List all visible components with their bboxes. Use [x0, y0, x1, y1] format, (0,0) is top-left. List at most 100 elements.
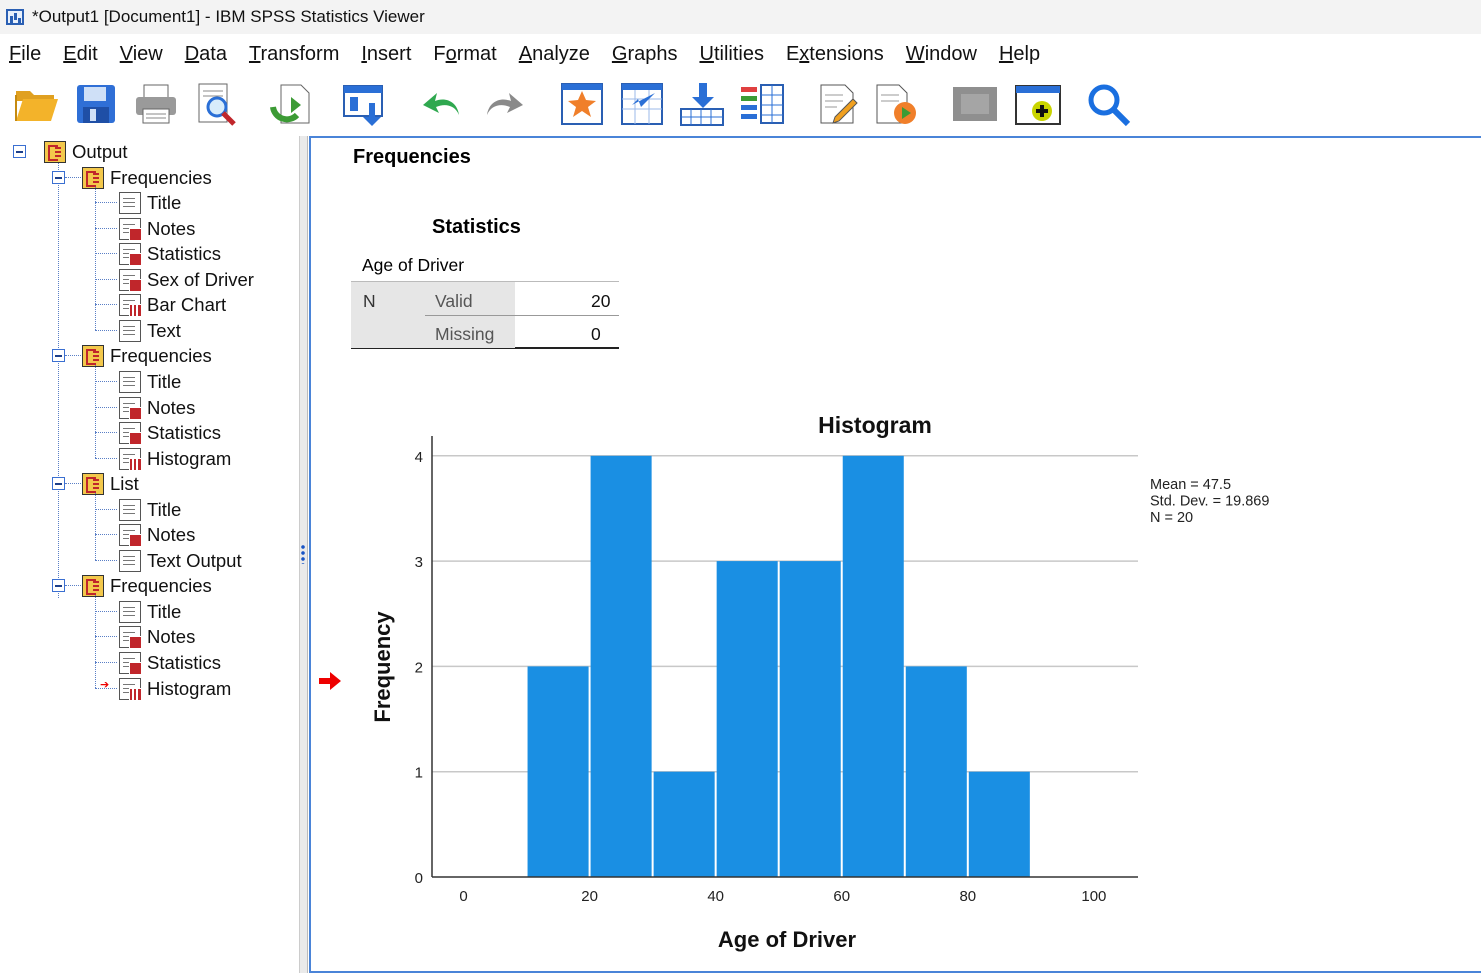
histogram-bar[interactable] — [590, 455, 652, 877]
histogram-chart[interactable]: 012340 20 40 60 80 100HistogramAge of DriverF… — [330, 400, 1310, 960]
outline-item-notes[interactable]: Notes — [119, 624, 195, 649]
statistics-table[interactable]: N Valid 20 Missing 0 — [351, 281, 619, 349]
menu-file[interactable]: File — [0, 43, 54, 66]
text-icon — [119, 498, 141, 521]
designate-window-icon[interactable] — [951, 80, 999, 128]
text-icon — [119, 319, 141, 342]
outline-item-frequencies[interactable]: Frequencies — [82, 165, 212, 190]
outline-item-text[interactable]: Text — [119, 318, 181, 343]
outline-item-statistics[interactable]: Statistics — [119, 420, 221, 445]
spss-viewer-icon — [6, 8, 26, 26]
undo-icon[interactable] — [418, 80, 466, 128]
outline-item-frequencies[interactable]: Frequencies — [82, 573, 212, 598]
outline-item-title[interactable]: Title — [119, 190, 181, 215]
outline-item-histogram[interactable]: Histogram — [119, 446, 231, 471]
tree-connector — [95, 636, 117, 637]
histogram-bar[interactable] — [716, 561, 778, 877]
collapse-toggle-output[interactable] — [13, 145, 26, 158]
outline-item-label: Statistics — [147, 651, 222, 673]
outline-item-label: Text Output — [147, 549, 242, 571]
outline-pane[interactable]: Output Frequencies Title Notes Statistics Sex… — [0, 136, 300, 973]
outline-item-label: Histogram — [147, 447, 232, 469]
outline-item-label: Sex of Driver — [147, 268, 254, 290]
x-tick-label: 80 — [959, 888, 976, 905]
outline-item-title[interactable]: Title — [119, 599, 181, 624]
goto-case-icon[interactable] — [618, 80, 666, 128]
outline-item-label: Notes — [147, 625, 196, 647]
menu-help[interactable]: Help — [990, 43, 1053, 66]
collapse-toggle-list[interactable] — [52, 477, 65, 490]
export-icon[interactable] — [268, 80, 316, 128]
tree-connector — [95, 407, 117, 408]
menu-data[interactable]: Data — [176, 43, 240, 66]
collapse-toggle-frequencies[interactable] — [52, 579, 65, 592]
outline-item-label: Frequencies — [110, 574, 212, 596]
outline-item-list[interactable]: List — [82, 471, 139, 496]
menu-extensions[interactable]: Extensions — [777, 43, 897, 66]
menu-utilities[interactable]: Utilities — [690, 43, 776, 66]
tree-connector — [95, 560, 117, 561]
tree-connector — [95, 432, 117, 433]
tree-connector — [95, 253, 117, 254]
menu-format[interactable]: Format — [424, 43, 509, 66]
add-output-icon[interactable] — [1014, 80, 1062, 128]
collapse-toggle-frequencies[interactable] — [52, 349, 65, 362]
variables-icon[interactable] — [738, 80, 786, 128]
outline-item-notes[interactable]: Notes — [119, 395, 195, 420]
x-axis-label: Age of Driver — [718, 927, 857, 952]
print-preview-icon[interactable] — [192, 80, 240, 128]
open-folder-icon[interactable] — [12, 80, 60, 128]
outline-item-sex-of-driver[interactable]: Sex of Driver — [119, 267, 254, 292]
goto-data-icon[interactable] — [558, 80, 606, 128]
tree-connector — [95, 187, 96, 330]
outline-item-label: Title — [147, 498, 182, 520]
search-icon[interactable] — [1084, 80, 1132, 128]
run-script-icon[interactable] — [872, 80, 920, 128]
selected-arrow-icon: ➔ — [100, 679, 110, 691]
table-icon — [119, 651, 142, 675]
outline-item-label: Frequencies — [110, 344, 212, 366]
outline-root[interactable]: Output — [44, 139, 128, 164]
output-heading[interactable]: Frequencies — [353, 146, 471, 169]
splitter-grip-icon[interactable] — [301, 544, 305, 564]
menu-analyze[interactable]: Analyze — [510, 43, 603, 66]
tree-connector — [65, 585, 81, 586]
table-icon — [119, 396, 142, 420]
outline-item-statistics[interactable]: Statistics — [119, 241, 221, 266]
collapse-toggle-frequencies[interactable] — [52, 171, 65, 184]
histogram-bar[interactable] — [842, 455, 904, 877]
outline-item-notes[interactable]: Notes — [119, 522, 195, 547]
outline-item-frequencies[interactable]: Frequencies — [82, 343, 212, 368]
outline-item-title[interactable]: Title — [119, 369, 181, 394]
tree-connector — [95, 228, 117, 229]
histogram-bar[interactable] — [905, 666, 967, 877]
insert-output-icon[interactable] — [814, 80, 862, 128]
histogram-bar[interactable] — [527, 666, 589, 877]
outline-item-histogram[interactable]: Histogram — [119, 676, 231, 701]
table-icon — [119, 268, 142, 292]
histogram-bar[interactable] — [653, 771, 715, 877]
outline-item-notes[interactable]: Notes — [119, 216, 195, 241]
menu-transform[interactable]: Transform — [240, 43, 352, 66]
print-icon[interactable] — [132, 80, 180, 128]
outline-item-text-output[interactable]: Text Output — [119, 548, 242, 573]
histogram-bar[interactable] — [968, 771, 1030, 877]
outline-item-bar-chart[interactable]: Bar Chart — [119, 292, 226, 317]
goto-variable-icon[interactable] — [678, 80, 726, 128]
redo-icon[interactable] — [480, 80, 528, 128]
menu-window[interactable]: Window — [897, 43, 990, 66]
y-axis-label: Frequency — [370, 611, 395, 723]
menu-view[interactable]: View — [111, 43, 176, 66]
window-title: *Output1 [Document1] - IBM SPSS Statisti… — [32, 7, 425, 26]
toolbar — [0, 74, 1481, 136]
recall-dialog-icon[interactable] — [340, 80, 388, 128]
outline-item-statistics[interactable]: Statistics — [119, 650, 221, 675]
menu-graphs[interactable]: Graphs — [603, 43, 691, 66]
save-icon[interactable] — [72, 80, 120, 128]
table-icon — [119, 421, 142, 445]
menu-insert[interactable]: Insert — [352, 43, 424, 66]
pane-splitter[interactable] — [300, 136, 308, 973]
menu-edit[interactable]: Edit — [54, 43, 110, 66]
outline-item-title[interactable]: Title — [119, 497, 181, 522]
histogram-bar[interactable] — [779, 561, 841, 877]
